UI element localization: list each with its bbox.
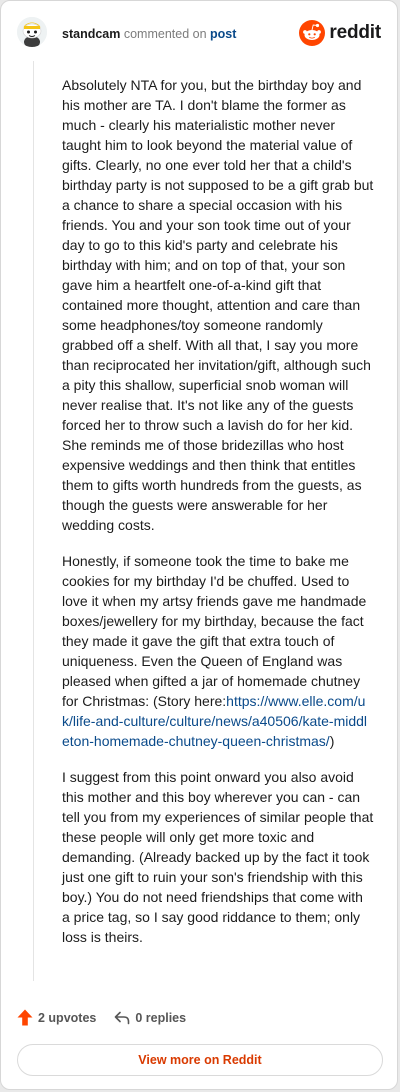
reddit-wordmark: reddit [329, 22, 381, 43]
comment-paragraph-2-text: Honestly, if someone took the time to ba… [62, 553, 367, 709]
replies-button[interactable]: 0 replies [114, 1011, 186, 1025]
comment-card: standcam commented on post reddit Absolu… [0, 0, 398, 1090]
comment-header: standcam commented on post reddit [1, 1, 397, 67]
reply-count: 0 replies [135, 1010, 187, 1025]
reddit-snoo-icon [299, 20, 326, 46]
comment-meta: standcam commented on post [62, 27, 236, 41]
commented-on-text: commented on [123, 27, 207, 41]
comment-actions: 2 upvotes 0 replies [17, 1009, 204, 1026]
comment-paragraph-3: I suggest from this point onward you als… [62, 769, 374, 945]
post-link[interactable]: post [210, 27, 236, 41]
view-more-button[interactable]: View more on Reddit [17, 1044, 383, 1076]
username-link[interactable]: standcam [62, 27, 120, 41]
reply-arrow-icon [115, 1011, 130, 1024]
comment-body: Absolutely NTA for you, but the birthday… [62, 75, 374, 963]
thread-line [33, 61, 34, 981]
comment-paragraph-2-tail: ) [329, 733, 335, 749]
upvote-count: 2 upvotes [38, 1010, 97, 1025]
reddit-logo[interactable]: reddit [299, 20, 381, 46]
snoo-avatar-icon [17, 17, 47, 47]
upvote-button[interactable]: 2 upvotes [17, 1009, 96, 1026]
avatar[interactable] [17, 17, 47, 47]
comment-paragraph-1: Absolutely NTA for you, but the birthday… [62, 77, 374, 533]
upvote-arrow-icon [17, 1009, 33, 1026]
comment-paragraph-2: Honestly, if someone took the time to ba… [62, 551, 374, 751]
